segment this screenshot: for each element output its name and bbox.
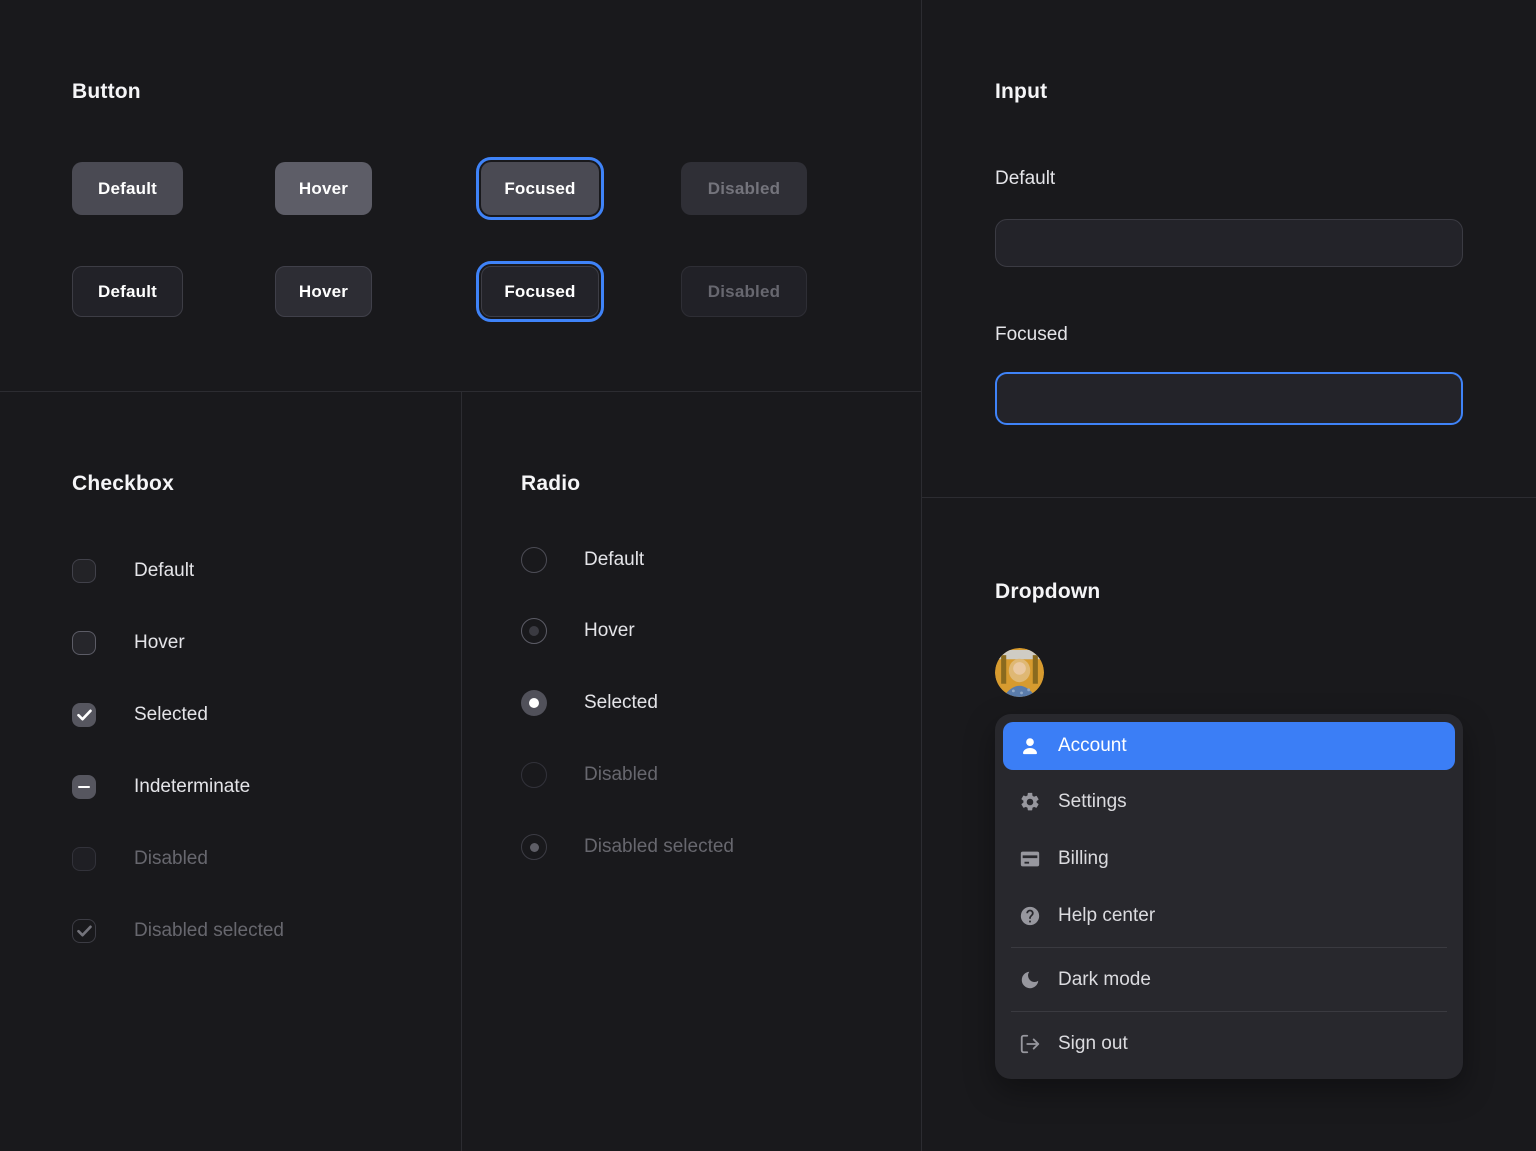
radio-dot — [530, 843, 539, 852]
button-filled-focused[interactable]: Focused — [481, 162, 599, 215]
checkbox-label: Selected — [134, 704, 208, 726]
radio-disabled — [521, 762, 547, 788]
checkbox-section-title: Checkbox — [72, 472, 174, 496]
checkbox-hover[interactable] — [72, 631, 96, 655]
checkbox-disabled-selected — [72, 919, 96, 943]
radio-label: Selected — [584, 692, 658, 714]
component-showcase: Button Default Hover Focused Disabled De… — [0, 0, 1536, 1151]
checkbox-row-indeterminate[interactable]: Indeterminate — [72, 775, 250, 799]
menu-item-label: Help center — [1058, 905, 1155, 927]
user-icon — [1019, 735, 1041, 757]
input-default-label: Default — [995, 168, 1055, 190]
checkbox-selected[interactable] — [72, 703, 96, 727]
menu-item-help-center[interactable]: Help center — [1003, 887, 1455, 944]
radio-row-default[interactable]: Default — [521, 547, 644, 573]
radio-section-title: Radio — [521, 472, 580, 496]
avatar-image — [995, 648, 1044, 697]
button-subtle-default[interactable]: Default — [72, 266, 183, 317]
checkbox-row-default[interactable]: Default — [72, 559, 194, 583]
moon-icon — [1019, 969, 1041, 991]
button-subtle-focused[interactable]: Focused — [481, 266, 599, 317]
radio-row-disabled-selected: Disabled selected — [521, 834, 734, 860]
radio-label: Disabled — [584, 764, 658, 786]
button-filled-hover[interactable]: Hover — [275, 162, 372, 215]
checkbox-default[interactable] — [72, 559, 96, 583]
radio-selected[interactable] — [521, 690, 547, 716]
checkbox-disabled — [72, 847, 96, 871]
checkbox-row-disabled-selected: Disabled selected — [72, 919, 284, 943]
divider-vertical-main — [921, 0, 922, 1151]
menu-item-label: Settings — [1058, 791, 1127, 813]
check-icon — [77, 925, 92, 937]
radio-dot — [529, 698, 539, 708]
menu-item-label: Account — [1058, 735, 1127, 757]
checkbox-label: Hover — [134, 632, 185, 654]
radio-disabled-selected — [521, 834, 547, 860]
radio-hover[interactable] — [521, 618, 547, 644]
radio-row-hover[interactable]: Hover — [521, 618, 635, 644]
input-focused-field[interactable] — [995, 372, 1463, 425]
radio-default[interactable] — [521, 547, 547, 573]
checkbox-label: Default — [134, 560, 194, 582]
help-circle-icon — [1019, 905, 1041, 927]
input-section-title: Input — [995, 80, 1047, 104]
menu-item-settings[interactable]: Settings — [1003, 773, 1455, 830]
user-avatar[interactable] — [995, 648, 1044, 697]
menu-item-billing[interactable]: Billing — [1003, 830, 1455, 887]
indeterminate-dash-icon — [78, 786, 90, 789]
divider-horizontal-right — [921, 497, 1536, 498]
menu-item-dark-mode[interactable]: Dark mode — [1003, 951, 1455, 1008]
menu-item-label: Sign out — [1058, 1033, 1128, 1055]
divider-vertical-sub — [461, 391, 462, 1151]
menu-item-account[interactable]: Account — [1003, 722, 1455, 770]
checkbox-row-disabled: Disabled — [72, 847, 208, 871]
menu-item-label: Billing — [1058, 848, 1109, 870]
checkbox-label: Indeterminate — [134, 776, 250, 798]
menu-item-sign-out[interactable]: Sign out — [1003, 1015, 1455, 1072]
menu-divider — [1011, 947, 1447, 948]
button-subtle-hover[interactable]: Hover — [275, 266, 372, 317]
menu-item-label: Dark mode — [1058, 969, 1151, 991]
radio-label: Default — [584, 549, 644, 571]
check-icon — [77, 709, 92, 721]
checkbox-label: Disabled selected — [134, 920, 284, 942]
gear-icon — [1019, 791, 1041, 813]
dropdown-section-title: Dropdown — [995, 580, 1100, 604]
sign-out-icon — [1019, 1033, 1041, 1055]
radio-label: Disabled selected — [584, 836, 734, 858]
menu-divider — [1011, 1011, 1447, 1012]
input-focused-label: Focused — [995, 324, 1068, 346]
radio-row-disabled: Disabled — [521, 762, 658, 788]
radio-dot — [529, 626, 539, 636]
checkbox-label: Disabled — [134, 848, 208, 870]
button-subtle-disabled: Disabled — [681, 266, 807, 317]
button-filled-disabled: Disabled — [681, 162, 807, 215]
button-filled-default[interactable]: Default — [72, 162, 183, 215]
checkbox-indeterminate[interactable] — [72, 775, 96, 799]
radio-row-selected[interactable]: Selected — [521, 690, 658, 716]
checkbox-row-selected[interactable]: Selected — [72, 703, 208, 727]
button-section-title: Button — [72, 80, 141, 104]
credit-card-icon — [1019, 848, 1041, 870]
checkbox-row-hover[interactable]: Hover — [72, 631, 185, 655]
dropdown-menu: Account Settings Billing Help center — [995, 714, 1463, 1079]
radio-label: Hover — [584, 620, 635, 642]
input-default-field[interactable] — [995, 219, 1463, 267]
